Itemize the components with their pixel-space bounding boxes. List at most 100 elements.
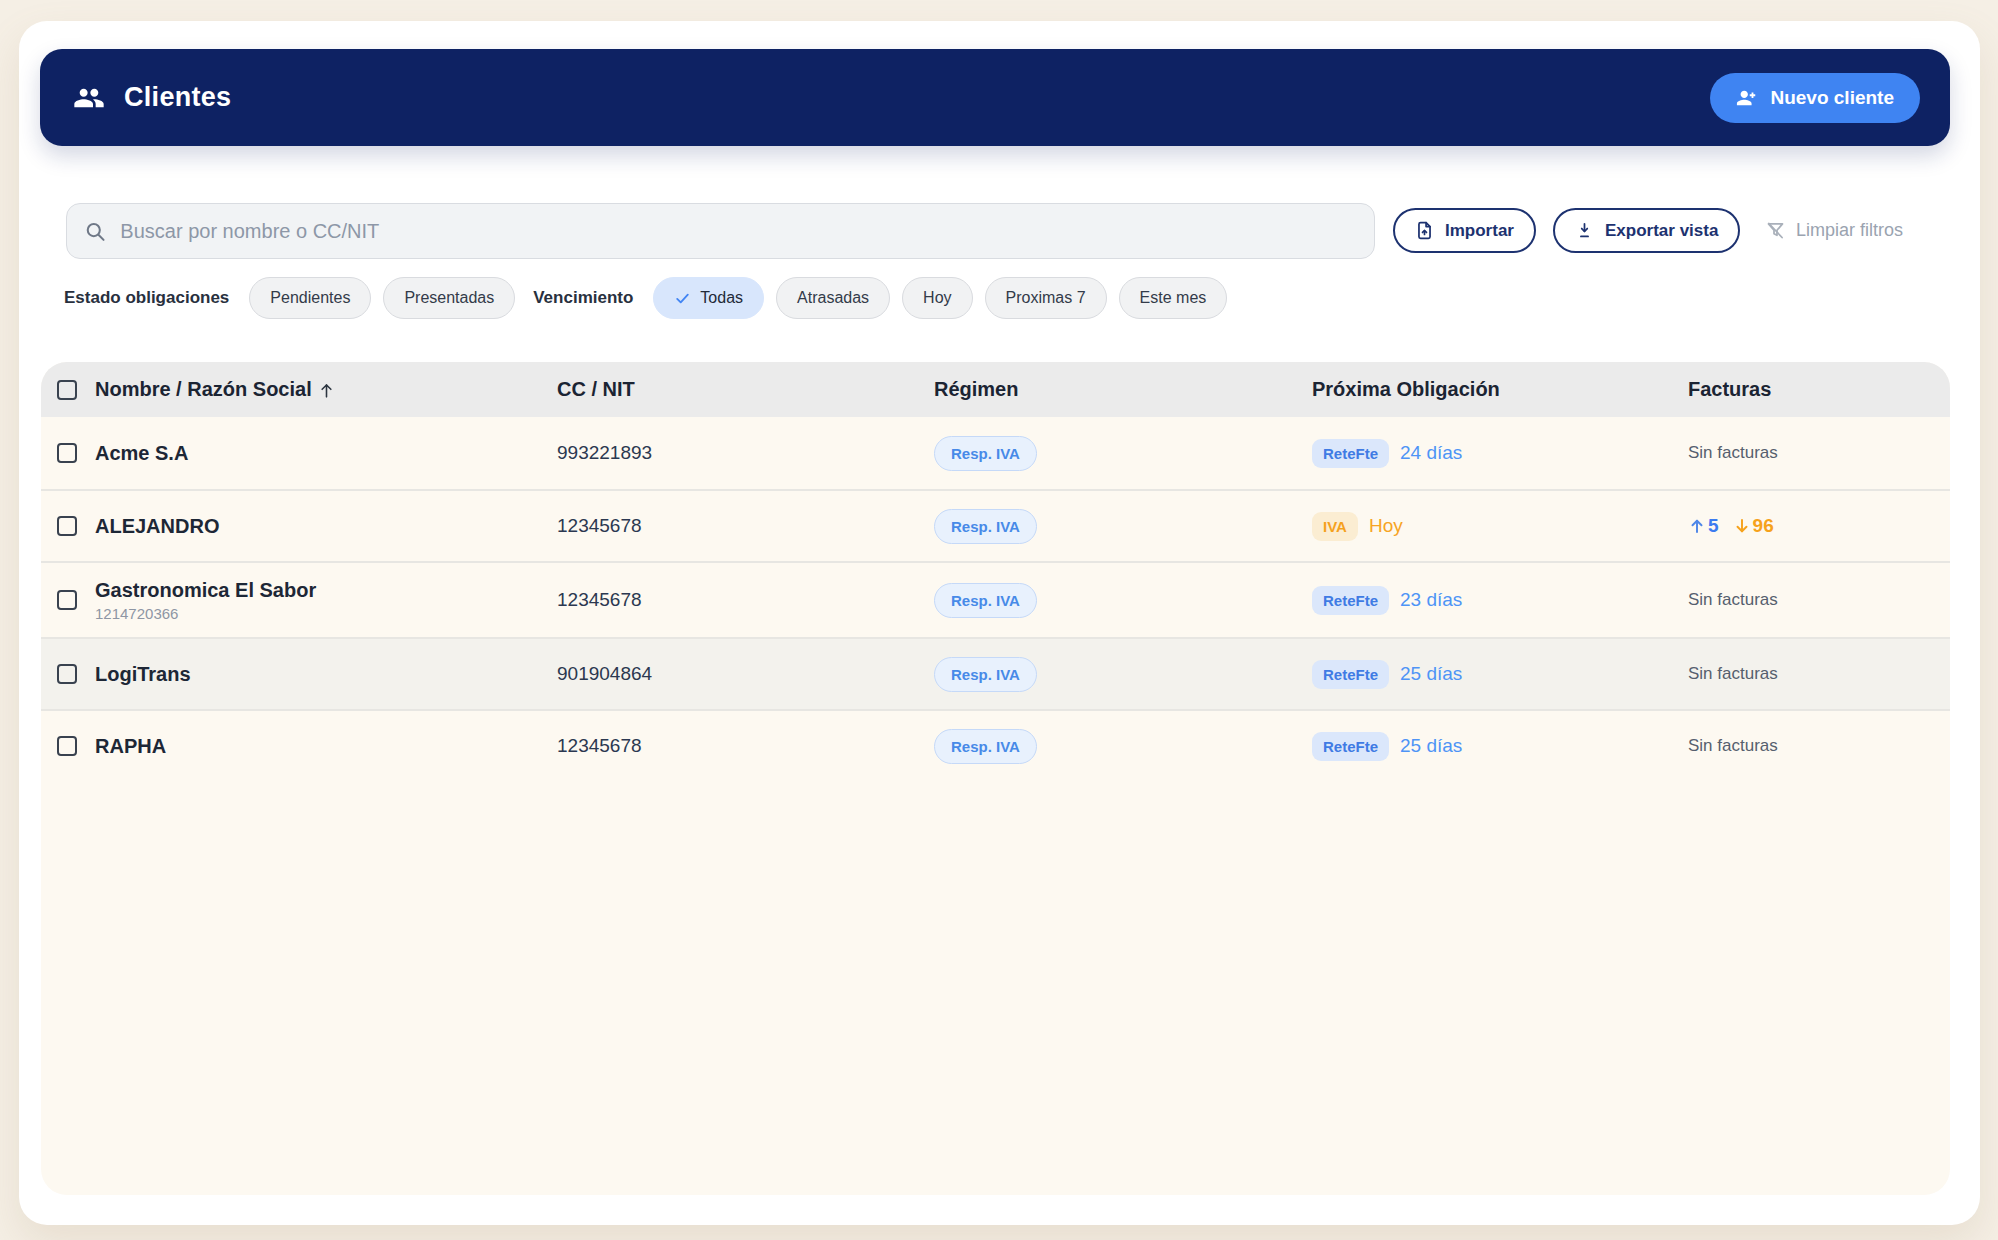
client-cc-nit: 12345678 [557,515,934,537]
client-subid: 1214720366 [95,605,557,622]
obligation-badge: ReteFte [1312,732,1389,761]
arrow-down-icon [1733,517,1751,535]
client-name: LogiTrans [95,663,557,686]
client-name-cell: Gastronomica El Sabor 1214720366 [95,579,557,622]
facturas-up-count: 5 [1688,515,1719,537]
facturas-down-count: 96 [1733,515,1774,537]
facturas-cell: Sin facturas [1688,664,1950,684]
obligation-due-text: 23 días [1400,589,1462,611]
column-header-facturas[interactable]: Facturas [1688,378,1950,401]
regimen-badge: Resp. IVA [934,729,1037,764]
filter-chip-proximas-7[interactable]: Proximas 7 [985,277,1107,319]
search-icon [84,220,106,243]
regimen-badge: Resp. IVA [934,583,1037,618]
row-checkbox[interactable] [57,516,77,536]
next-obligation-cell: ReteFte 25 días [1312,660,1688,689]
row-checkbox[interactable] [57,736,77,756]
row-checkbox[interactable] [57,664,77,684]
clear-filters-button[interactable]: Limpiar filtros [1765,208,1903,253]
filter-chip-label: Atrasadas [797,289,869,307]
client-cc-nit: 12345678 [557,589,934,611]
client-cc-nit: 12345678 [557,735,934,757]
client-cc-nit: 901904864 [557,663,934,685]
new-client-button[interactable]: Nuevo cliente [1710,73,1920,123]
table-row[interactable]: LogiTrans901904864Resp. IVA ReteFte 25 día… [41,637,1950,709]
status-filter-label: Estado obligaciones [64,288,229,308]
column-header-nombre[interactable]: Nombre / Razón Social [95,378,312,401]
column-header-proxima-obligacion[interactable]: Próxima Obligación [1312,378,1688,401]
client-name: RAPHA [95,735,557,758]
table-row[interactable]: ALEJANDRO12345678Resp. IVA IVA Hoy 5 96 [41,489,1950,561]
filter-chip-presentadas[interactable]: Presentadas [383,277,515,319]
arrow-up-icon [1688,517,1706,535]
people-icon [73,82,105,114]
filter-chip-todas[interactable]: Todas [653,277,764,319]
facturas-cell: Sin facturas [1688,443,1950,463]
filter-chip-atrasadas[interactable]: Atrasadas [776,277,890,319]
filter-chip-label: Este mes [1140,289,1207,307]
clear-filters-label: Limpiar filtros [1796,220,1903,241]
table-body: Acme S.A993221893Resp. IVAReteFte24 días… [41,417,1950,781]
page-header: Clientes Nuevo cliente [40,49,1950,146]
filter-chip-label: Proximas 7 [1006,289,1086,307]
obligation-due-text: Hoy [1369,515,1403,537]
client-name-cell: Acme S.A [95,442,557,465]
page-title-group: Clientes [73,82,231,114]
obligation-badge: IVA [1312,512,1358,541]
client-name: Acme S.A [95,442,557,465]
page-title: Clientes [124,82,231,113]
obligation-badge: ReteFte [1312,586,1389,615]
filter-chip-este-mes[interactable]: Este mes [1119,277,1228,319]
export-view-button[interactable]: Exportar vista [1553,208,1740,253]
select-all-checkbox[interactable] [57,380,77,400]
column-header-regimen[interactable]: Régimen [934,378,1312,401]
table-row[interactable]: Acme S.A993221893Resp. IVA ReteFte24 días… [41,417,1950,489]
regimen-badge: Resp. IVA [934,436,1037,471]
status-chips: Pendientes Presentadas [249,277,515,319]
row-checkbox[interactable] [57,590,77,610]
sort-asc-icon[interactable] [317,381,336,400]
filter-chip-label: Pendientes [270,289,350,307]
next-obligation-cell: ReteFte 25 días [1312,732,1688,761]
client-name: Gastronomica El Sabor [95,579,557,602]
import-label: Importar [1445,221,1514,241]
obligation-badge: ReteFte [1312,660,1389,689]
person-add-icon [1736,87,1758,109]
clients-table: Nombre / Razón Social CC / NIT Régimen P… [41,362,1950,1195]
client-name-cell: RAPHA [95,735,557,758]
client-name-cell: ALEJANDRO [95,515,557,538]
filter-x-icon [1765,220,1786,241]
table-row[interactable]: Gastronomica El Sabor121472036612345678R… [41,561,1950,637]
next-obligation-cell: ReteFte 23 días [1312,586,1688,615]
filters-row: Estado obligaciones Pendientes Presentada… [64,277,1227,319]
regimen-badge: Resp. IVA [934,509,1037,544]
filter-chip-hoy[interactable]: Hoy [902,277,972,319]
due-filter-label: Vencimiento [533,288,633,308]
due-chips: Todas Atrasadas Hoy Proximas 7 Este mes [653,277,1227,319]
client-cc-nit: 993221893 [557,442,934,464]
table-header-row: Nombre / Razón Social CC / NIT Régimen P… [41,362,1950,417]
next-obligation-cell: IVA Hoy [1312,512,1688,541]
check-icon [674,290,691,307]
import-button[interactable]: Importar [1393,208,1536,253]
file-up-icon [1415,221,1434,240]
next-obligation-cell: ReteFte24 días [1312,439,1688,468]
new-client-label: Nuevo cliente [1770,87,1894,109]
obligation-due-text: 25 días [1400,735,1462,757]
facturas-cell: 5 96 [1688,515,1950,537]
regimen-badge: Resp. IVA [934,657,1037,692]
search-input[interactable] [120,220,1356,243]
row-checkbox[interactable] [57,443,77,463]
facturas-cell: Sin facturas [1688,590,1950,610]
filter-chip-label: Todas [700,289,743,307]
filter-chip-label: Hoy [923,289,951,307]
obligation-badge: ReteFte [1312,439,1389,468]
clients-card: Clientes Nuevo cliente Importar Exportar… [19,21,1980,1225]
filter-chip-label: Presentadas [404,289,494,307]
facturas-cell: Sin facturas [1688,736,1950,756]
column-header-cc-nit[interactable]: CC / NIT [557,378,934,401]
client-name: ALEJANDRO [95,515,557,538]
filter-chip-pendientes[interactable]: Pendientes [249,277,371,319]
obligation-due-text: 25 días [1400,663,1462,685]
table-row[interactable]: RAPHA12345678Resp. IVA ReteFte 25 días Sin … [41,709,1950,781]
